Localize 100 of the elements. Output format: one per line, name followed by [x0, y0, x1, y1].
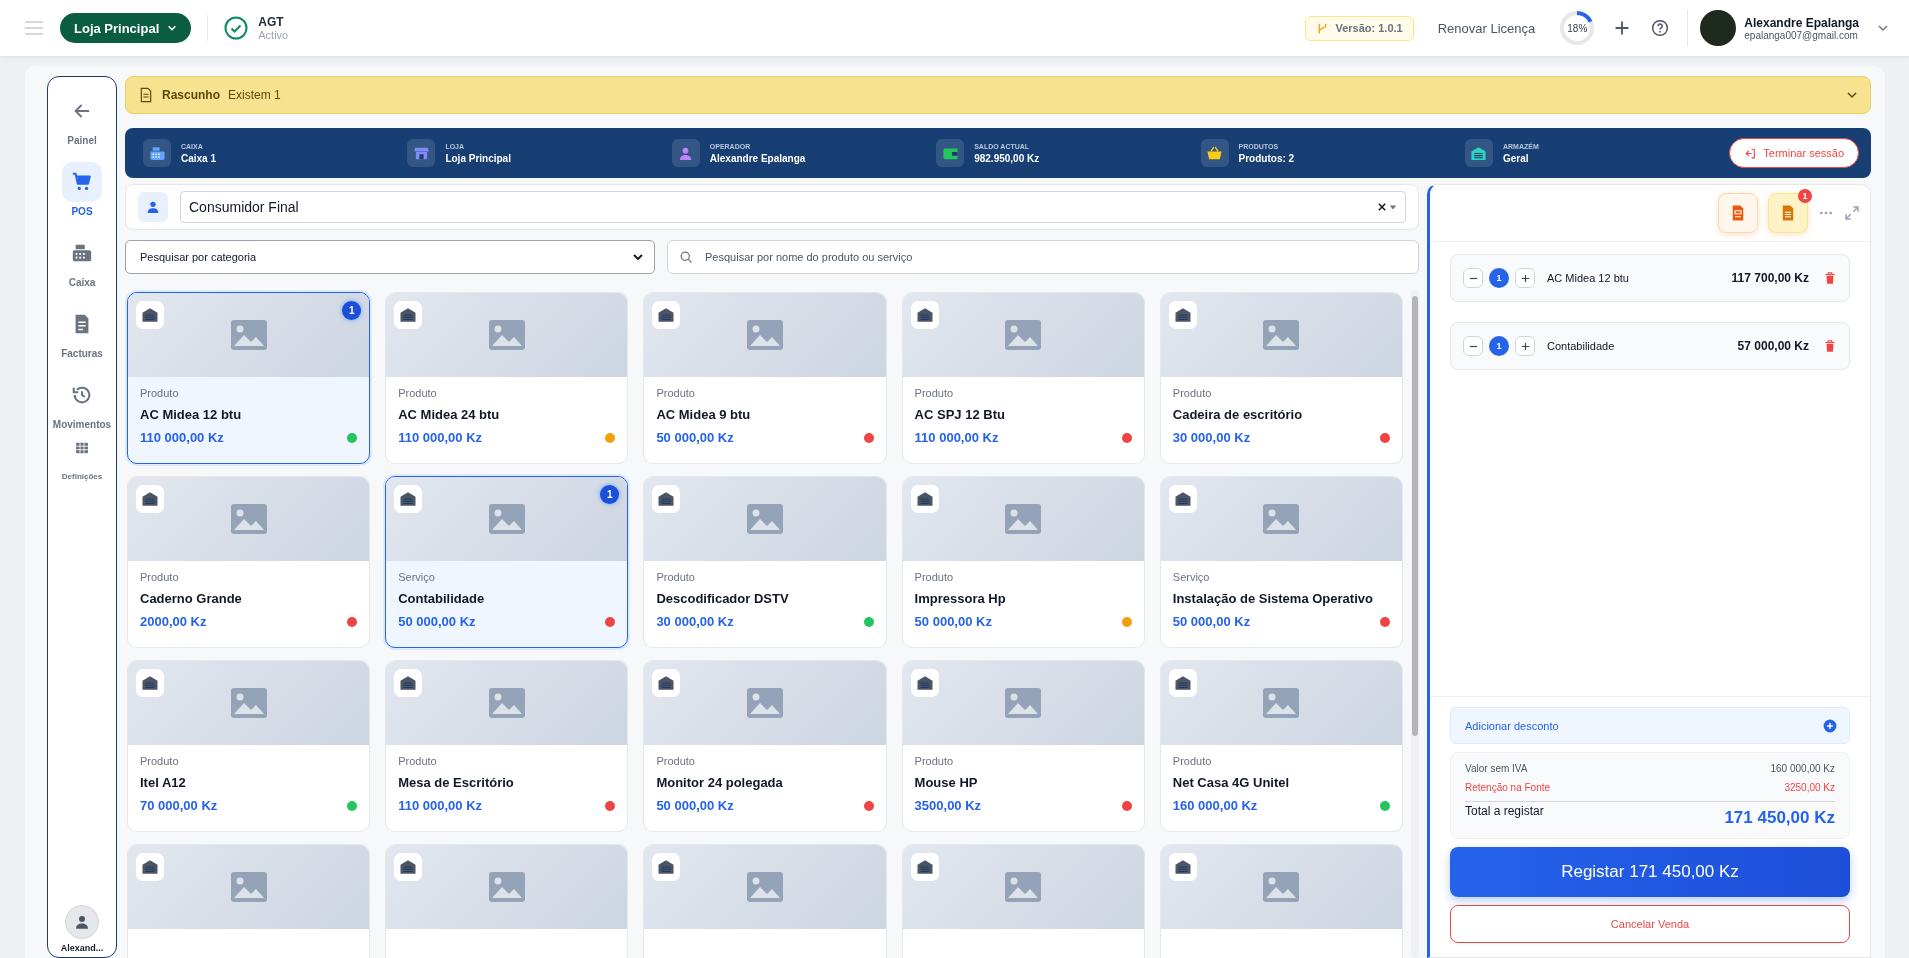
product-price: 50 000,00 Kz: [656, 430, 735, 445]
register-button[interactable]: Registar 171 450,00 Kz: [1450, 847, 1850, 897]
product-card[interactable]: Produto Itel A12 70 000,00 Kz: [127, 660, 371, 832]
product-card[interactable]: 1 Serviço Contabilidade 50 000,00 Kz: [385, 476, 629, 648]
product-card[interactable]: Produto Monitor 24 polegada 50 000,00 Kz: [643, 660, 887, 832]
summary-label: Retenção na Fonte: [1465, 782, 1551, 793]
search-field[interactable]: Pesquisar por nome do produto ou serviço: [667, 240, 1419, 274]
image-icon: [488, 872, 525, 902]
product-card[interactable]: Produto Impressora Hp 50 000,00 Kz: [901, 476, 1145, 648]
product-card[interactable]: Produto Net Casa 4G Unitel 160 000,00 Kz: [1159, 660, 1403, 832]
product-name: Mouse HP: [914, 775, 979, 790]
image-icon: [488, 504, 525, 534]
product-price: 30 000,00 Kz: [656, 614, 735, 629]
increase-button[interactable]: [1515, 268, 1535, 288]
image-icon: [1263, 688, 1300, 718]
product-card[interactable]: Produto Mesa de Escritório 110 000,00 Kz: [385, 660, 629, 832]
warehouse-icon: [657, 858, 676, 876]
cart-icon: [71, 171, 93, 193]
image-icon: [230, 320, 267, 350]
product-card[interactable]: Produto Mouse HP 3500,00 Kz: [901, 660, 1145, 832]
product-price: 160 000,00 Kz: [1172, 798, 1259, 813]
warehouse-icon: [141, 674, 159, 692]
image-icon: [747, 872, 783, 902]
agt-title: AGT: [258, 15, 285, 29]
sidebar-item[interactable]: Movimentos: [52, 375, 112, 430]
customer-select[interactable]: Consumidor Final: [180, 191, 1406, 223]
product-card[interactable]: Produto AC Midea 24 btu 110 000,00 Kz: [385, 292, 629, 464]
warehouse-icon: [657, 490, 676, 508]
warehouse-icon: [399, 858, 418, 876]
product-name: Cadeira de escritório: [1172, 407, 1304, 422]
product-type: Produto: [914, 387, 955, 399]
warehouse-icon: [399, 674, 418, 692]
product-card[interactable]: Serviço Instalação de Sistema Operativo 50 000,00 Kz: [1159, 476, 1403, 648]
increase-button[interactable]: [1515, 336, 1535, 356]
product-card[interactable]: Produto AC Midea 9 btu 50 000,00 Kz: [643, 292, 887, 464]
product-type: Produto: [914, 571, 955, 583]
product-price: 3500,00 Kz: [914, 798, 983, 813]
product-type: Produto: [398, 755, 438, 767]
caret-icon: [1389, 203, 1397, 211]
product-card[interactable]: Produto AC SPJ 12 Btu 110 000,00 Kz: [901, 292, 1145, 464]
trash-icon[interactable]: [1823, 271, 1837, 285]
image-icon: [1005, 688, 1042, 718]
scrollbar-thumb[interactable]: [1412, 296, 1418, 736]
expand-icon[interactable]: [1844, 205, 1860, 221]
product-price: 50 000,00 Kz: [656, 798, 735, 813]
user-name: Alexandre Epalanga: [1744, 15, 1859, 30]
warehouse-icon: [399, 490, 418, 508]
warehouse-icon: [141, 306, 159, 324]
sidebar-item[interactable]: Definições: [61, 428, 103, 481]
draft-bar[interactable]: Rascunho Existem 1: [125, 76, 1871, 114]
cash-register-icon: [71, 242, 93, 264]
product-price: 50 000,00 Kz: [398, 614, 477, 629]
product-name: Itel A12: [140, 775, 187, 790]
product-name: Mesa de Escritório: [398, 775, 515, 790]
chevron-down-icon[interactable]: [1846, 89, 1858, 101]
image-icon: [747, 504, 783, 534]
clear-icon[interactable]: [1378, 203, 1386, 211]
image-icon: [230, 688, 267, 718]
product-name: AC SPJ 12 Btu: [914, 407, 1006, 422]
product-price: 50 000,00 Kz: [1172, 614, 1252, 629]
draft-count: Existem 1: [228, 88, 281, 102]
warehouse-icon: [657, 674, 676, 692]
product-type: Produto: [140, 387, 180, 399]
warehouse-icon: [915, 858, 934, 876]
product-card[interactable]: 1 Produto AC Midea 12 btu 110 000,00 Kz: [127, 292, 371, 464]
product-name: Instalação de Sistema Operativo: [1172, 591, 1374, 606]
product-type: Produto: [140, 755, 180, 767]
quantity-value: 1: [1489, 268, 1509, 288]
product-price: 50 000,00 Kz: [914, 614, 993, 629]
document-icon: [138, 87, 154, 103]
product-name: Contabilidade: [398, 591, 486, 606]
image-icon: [230, 504, 267, 534]
product-card[interactable]: Produto Cadeira de escritório 30 000,00 Kz: [1159, 292, 1403, 464]
item-price: 57 000,00 Kz: [1737, 339, 1809, 353]
cancel-sale-button[interactable]: Cancelar Venda: [1450, 905, 1850, 943]
user-avatar[interactable]: [1700, 10, 1737, 46]
sidebar-item[interactable]: Caixa: [62, 233, 102, 288]
user-label: Alexand...: [60, 943, 104, 953]
sidebar-item[interactable]: Facturas: [61, 304, 103, 359]
store-selector[interactable]: Loja Principal: [60, 13, 192, 43]
user-avatar[interactable]: [65, 905, 99, 939]
image-icon: [1263, 320, 1300, 350]
session-value: Geral: [1502, 152, 1530, 164]
product-name: Caderno Grande: [140, 591, 243, 606]
sidebar-item[interactable]: Painel: [62, 91, 102, 146]
document-button[interactable]: [1718, 193, 1758, 233]
history-icon: [71, 384, 93, 406]
product-name: AC Midea 12 btu: [140, 407, 243, 422]
product-type: Produto: [140, 571, 180, 583]
renew-license-link[interactable]: Renovar Licença: [1437, 20, 1536, 36]
person-icon: [73, 913, 91, 931]
product-card[interactable]: Produto Descodificador DSTV 30 000,00 Kz: [643, 476, 887, 648]
product-card[interactable]: Produto Caderno Grande 2000,00 Kz: [127, 476, 371, 648]
grid-icon: [74, 440, 90, 456]
category-select[interactable]: Pesquisar por categoria: [125, 240, 655, 274]
product-type: Produto: [1172, 387, 1213, 399]
trash-icon[interactable]: [1823, 339, 1837, 353]
add-discount-button[interactable]: Adicionar desconto: [1450, 707, 1850, 744]
warehouse-icon: [915, 490, 934, 508]
end-session-button[interactable]: Terminar sessão: [1729, 138, 1860, 168]
